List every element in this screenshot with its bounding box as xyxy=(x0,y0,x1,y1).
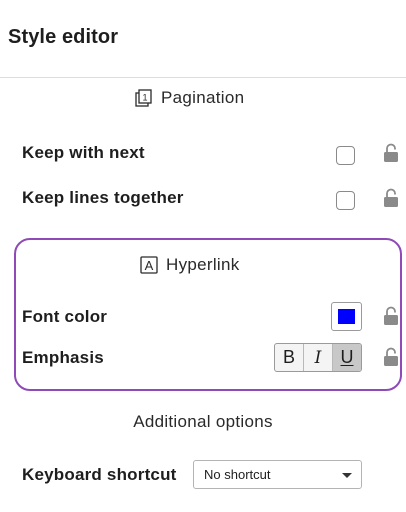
underline-button[interactable]: U xyxy=(332,344,361,371)
pagination-icon: 1 xyxy=(135,89,153,107)
keep-lines-together-lock-icon[interactable] xyxy=(382,188,400,208)
pagination-section-title: 1 Pagination xyxy=(135,88,244,108)
font-color-label: Font color xyxy=(22,307,108,326)
font-color-swatch xyxy=(338,309,355,324)
keep-with-next-label: Keep with next xyxy=(22,143,145,162)
keep-with-next-lock-icon[interactable] xyxy=(382,143,400,163)
pagination-section-label: Pagination xyxy=(161,88,245,107)
keyboard-shortcut-value: No shortcut xyxy=(204,467,271,482)
keep-lines-together-checkbox[interactable] xyxy=(336,191,355,210)
keyboard-shortcut-select[interactable]: No shortcut xyxy=(193,460,362,489)
emphasis-lock-icon[interactable] xyxy=(382,347,400,367)
hyperlink-icon: A xyxy=(140,256,158,274)
hyperlink-section-title: A Hyperlink xyxy=(140,255,240,275)
font-color-picker-button[interactable] xyxy=(331,302,362,331)
chevron-down-icon xyxy=(342,473,352,478)
emphasis-label: Emphasis xyxy=(22,348,104,367)
keyboard-shortcut-label: Keyboard shortcut xyxy=(22,465,177,484)
bold-button[interactable]: B xyxy=(275,344,303,371)
keep-lines-together-label: Keep lines together xyxy=(22,188,184,207)
emphasis-button-group: B I U xyxy=(274,343,362,372)
italic-button[interactable]: I xyxy=(303,344,332,371)
page-title: Style editor xyxy=(8,26,119,48)
svg-text:A: A xyxy=(145,258,154,273)
hyperlink-section-label: Hyperlink xyxy=(166,255,240,274)
font-color-lock-icon[interactable] xyxy=(382,306,400,326)
keep-with-next-checkbox[interactable] xyxy=(336,146,355,165)
svg-text:1: 1 xyxy=(142,93,147,103)
additional-options-title: Additional options xyxy=(133,412,273,431)
editor-header: Style editor xyxy=(0,0,406,78)
